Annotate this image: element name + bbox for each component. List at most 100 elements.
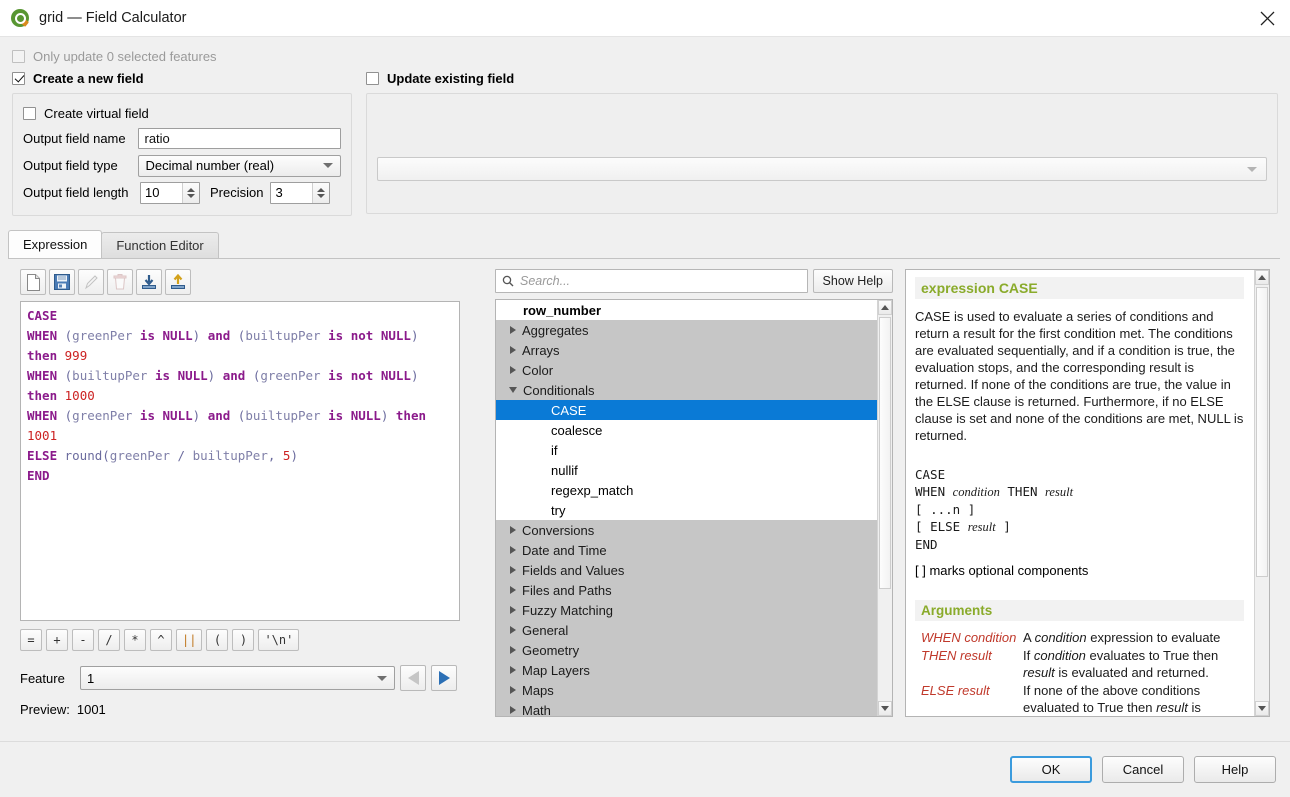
- tree-item-aggregates[interactable]: Aggregates: [496, 320, 877, 340]
- operator-button-[interactable]: ): [232, 629, 255, 651]
- tree-item-fields-and-values[interactable]: Fields and Values: [496, 560, 877, 580]
- help-button[interactable]: Help: [1194, 756, 1276, 783]
- chevron-right-icon[interactable]: [510, 366, 516, 374]
- chevron-down-icon: [377, 675, 387, 681]
- length-spin-buttons[interactable]: [182, 182, 199, 203]
- tree-item-nullif[interactable]: nullif: [496, 460, 877, 480]
- chevron-right-icon[interactable]: [510, 666, 516, 674]
- tree-item-fuzzy-matching[interactable]: Fuzzy Matching: [496, 600, 877, 620]
- chevron-right-icon[interactable]: [510, 626, 516, 634]
- precision-stepper[interactable]: [270, 181, 331, 204]
- operator-button-[interactable]: -: [72, 629, 94, 651]
- create-virtual-field-row[interactable]: Create virtual field: [23, 102, 341, 124]
- chevron-right-icon[interactable]: [510, 646, 516, 654]
- precision-spin-buttons[interactable]: [312, 182, 330, 203]
- tab-function-editor[interactable]: Function Editor: [101, 232, 219, 258]
- close-icon[interactable]: [1244, 0, 1290, 37]
- chevron-right-icon[interactable]: [510, 326, 516, 334]
- output-field-length-input[interactable]: [141, 182, 182, 203]
- show-help-button[interactable]: Show Help: [812, 269, 893, 293]
- search-placeholder: Search...: [520, 274, 571, 288]
- chevron-right-icon[interactable]: [510, 586, 516, 594]
- operator-button-[interactable]: ||: [176, 629, 203, 651]
- tree-item-case[interactable]: CASE: [496, 400, 877, 420]
- chevron-right-icon[interactable]: [510, 706, 516, 714]
- new-expression-icon[interactable]: [20, 269, 46, 295]
- operator-button-[interactable]: =: [20, 629, 42, 651]
- tab-function-editor-label: Function Editor: [116, 238, 204, 253]
- tree-item-math[interactable]: Math: [496, 700, 877, 716]
- help-scrollbar[interactable]: [1254, 270, 1269, 716]
- export-expression-icon[interactable]: [165, 269, 191, 295]
- chevron-right-icon[interactable]: [510, 526, 516, 534]
- operator-button-[interactable]: +: [46, 629, 68, 651]
- tree-item-coalesce[interactable]: coalesce: [496, 420, 877, 440]
- scrollbar-thumb[interactable]: [1256, 287, 1268, 577]
- create-new-field-row[interactable]: Create a new field: [12, 67, 352, 89]
- preview-value: 1001: [76, 702, 106, 717]
- tree-item-map-layers[interactable]: Map Layers: [496, 660, 877, 680]
- output-field-name-input[interactable]: [138, 128, 341, 149]
- tree-item-color[interactable]: Color: [496, 360, 877, 380]
- operator-button-[interactable]: *: [124, 629, 146, 651]
- tree-item-if[interactable]: if: [496, 440, 877, 460]
- output-field-type-label: Output field type: [23, 158, 118, 173]
- tree-item-arrays[interactable]: Arrays: [496, 340, 877, 360]
- tree-item-maps[interactable]: Maps: [496, 680, 877, 700]
- tree-item-row_number[interactable]: row_number: [496, 300, 877, 320]
- feature-select[interactable]: 1: [80, 666, 395, 690]
- output-field-length-stepper[interactable]: [140, 181, 200, 204]
- save-expression-icon[interactable]: [49, 269, 75, 295]
- operator-button-n[interactable]: '\n': [258, 629, 300, 651]
- feature-value: 1: [87, 670, 95, 686]
- operator-button-[interactable]: (: [206, 629, 229, 651]
- scroll-down-icon[interactable]: [878, 701, 892, 716]
- tree-item-label: Date and Time: [522, 542, 607, 558]
- cancel-label: Cancel: [1122, 762, 1164, 777]
- create-new-field-checkbox[interactable]: [12, 71, 25, 85]
- tree-item-date-and-time[interactable]: Date and Time: [496, 540, 877, 560]
- chevron-right-icon[interactable]: [510, 686, 516, 694]
- tree-item-label: Conditionals: [523, 382, 595, 398]
- update-existing-field-row[interactable]: Update existing field: [366, 67, 514, 89]
- import-expression-icon[interactable]: [136, 269, 162, 295]
- tree-item-conditionals[interactable]: Conditionals: [496, 380, 877, 400]
- edit-expression-icon: [78, 269, 104, 295]
- next-feature-icon[interactable]: [431, 665, 457, 691]
- tree-item-files-and-paths[interactable]: Files and Paths: [496, 580, 877, 600]
- tab-expression[interactable]: Expression: [8, 230, 103, 258]
- search-input[interactable]: Search...: [495, 269, 808, 293]
- scroll-up-icon[interactable]: [1255, 270, 1269, 285]
- cancel-button[interactable]: Cancel: [1102, 756, 1184, 783]
- tree-item-regexp_match[interactable]: regexp_match: [496, 480, 877, 500]
- function-tree-scrollbar[interactable]: [877, 300, 892, 716]
- create-virtual-field-checkbox[interactable]: [23, 106, 36, 120]
- scroll-up-icon[interactable]: [878, 300, 892, 315]
- chevron-right-icon[interactable]: [510, 566, 516, 574]
- output-field-type-value: Decimal number (real): [145, 158, 275, 173]
- update-existing-field-checkbox[interactable]: [366, 71, 379, 85]
- output-field-type-select[interactable]: Decimal number (real): [138, 154, 341, 177]
- operator-button-[interactable]: ^: [150, 629, 172, 651]
- tree-item-conversions[interactable]: Conversions: [496, 520, 877, 540]
- tree-item-general[interactable]: General: [496, 620, 877, 640]
- scroll-down-icon[interactable]: [1255, 701, 1269, 716]
- chevron-down-icon[interactable]: [509, 387, 517, 393]
- output-field-name-row: Output field name: [23, 126, 341, 151]
- chevron-right-icon[interactable]: [510, 346, 516, 354]
- help-argument-description: If none of the above conditions evaluate…: [1023, 683, 1201, 715]
- precision-input[interactable]: [271, 182, 313, 203]
- chevron-right-icon[interactable]: [510, 546, 516, 554]
- tabbar: Expression Function Editor: [8, 230, 1290, 258]
- tree-item-try[interactable]: try: [496, 500, 877, 520]
- tree-item-geometry[interactable]: Geometry: [496, 640, 877, 660]
- operator-button-[interactable]: /: [98, 629, 120, 651]
- tree-item-label: Files and Paths: [522, 582, 612, 598]
- chevron-right-icon[interactable]: [510, 606, 516, 614]
- expression-text-area[interactable]: CASE WHEN (greenPer is NULL) and (builtu…: [20, 301, 460, 621]
- function-tree[interactable]: row_number Aggregates Arrays Color Condition…: [495, 299, 893, 717]
- feature-selector-row: Feature 1: [20, 665, 475, 691]
- ok-button[interactable]: OK: [1010, 756, 1092, 783]
- scrollbar-thumb[interactable]: [879, 317, 891, 589]
- help-syntax: CASE WHEN condition THEN result [ ...n ]…: [915, 467, 1074, 552]
